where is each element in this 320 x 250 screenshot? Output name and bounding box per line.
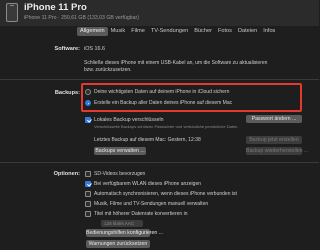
backup-now-button[interactable]: Backup jetzt erstellen <box>246 136 302 144</box>
backups-label: Backups: <box>54 90 80 96</box>
option-manual-manage-checkbox[interactable] <box>85 201 91 207</box>
option-sd-videos-label[interactable]: SD-Videos bevorzugen <box>94 171 145 177</box>
bitrate-select[interactable]: 128 kbit/s AAC <box>101 220 143 227</box>
backup-options-highlight <box>81 83 302 112</box>
last-backup-text: Letztes Backup auf diesem Mac: Gestern, … <box>94 137 201 143</box>
restore-backup-button[interactable]: Backup wiederherstellen ... <box>246 147 308 155</box>
software-description-line2: bzw. zurückzusetzen. <box>84 67 132 73</box>
encrypt-backup-checkbox[interactable] <box>85 117 91 123</box>
tab-bar: Allgemein Musik Filme TV-Sendungen Büche… <box>77 27 278 36</box>
tab-dateien[interactable]: Dateien <box>235 27 260 36</box>
change-password-button[interactable]: Passwort ändern ... <box>246 115 302 123</box>
tab-infos[interactable]: Infos <box>260 27 278 36</box>
device-info: iPhone 11 Pro · 250,61 GB (133,03 GB ver… <box>24 15 139 21</box>
option-auto-sync-checkbox[interactable] <box>85 191 91 197</box>
reset-warnings-button[interactable]: Warnungen zurücksetzen <box>86 240 150 248</box>
option-auto-sync-label[interactable]: Automatisch synchronisieren, wenn dieses… <box>94 191 237 197</box>
backup-icloud-radio[interactable] <box>85 89 91 95</box>
option-wifi-show-checkbox[interactable] <box>85 181 91 187</box>
backup-mac-radio[interactable] <box>85 100 91 106</box>
section-divider <box>0 79 319 80</box>
option-sd-videos-checkbox[interactable] <box>85 171 91 177</box>
tab-musik[interactable]: Musik <box>108 27 129 36</box>
encrypt-backup-label[interactable]: Lokales Backup verschlüsseln <box>94 117 164 123</box>
software-version: iOS 16.6 <box>84 46 105 52</box>
option-manual-manage-label[interactable]: Musik, Filme und TV-Sendungen manuell ve… <box>94 201 208 207</box>
backup-icloud-label[interactable]: Deine wichtigsten Daten auf deinem iPhon… <box>94 89 229 95</box>
device-header: iPhone 11 Pro iPhone 11 Pro · 250,61 GB … <box>0 0 319 26</box>
configure-accessibility-button[interactable]: Bedienungshilfen konfigurieren ... <box>86 229 163 237</box>
software-description-line1: Schließe dieses iPhone mit einem USB-Kab… <box>84 60 268 66</box>
tab-allgemein[interactable]: Allgemein <box>77 27 108 36</box>
tab-filme[interactable]: Filme <box>128 27 148 36</box>
encrypt-backup-hint: Verschlüsselte Backups schützen Passwört… <box>94 124 239 129</box>
option-convert-bitrate-checkbox[interactable] <box>85 211 91 217</box>
manage-backups-button[interactable]: Backups verwalten ... <box>94 147 146 155</box>
option-convert-bitrate-label[interactable]: Titel mit höherer Datenrate konvertieren… <box>94 211 187 217</box>
section-divider <box>0 162 319 163</box>
tab-tv-sendungen[interactable]: TV-Sendungen <box>148 27 191 36</box>
device-name: iPhone 11 Pro <box>24 2 87 13</box>
options-label: Optionen: <box>53 171 80 177</box>
backup-mac-label[interactable]: Erstelle ein Backup aller Daten deines i… <box>94 100 232 106</box>
tab-buecher[interactable]: Bücher <box>191 27 215 36</box>
software-label: Software: <box>54 46 81 52</box>
tab-fotos[interactable]: Fotos <box>215 27 235 36</box>
iphone-icon <box>6 3 18 22</box>
option-wifi-show-label[interactable]: Bei verfügbarem WLAN dieses iPhone anzei… <box>94 181 201 187</box>
